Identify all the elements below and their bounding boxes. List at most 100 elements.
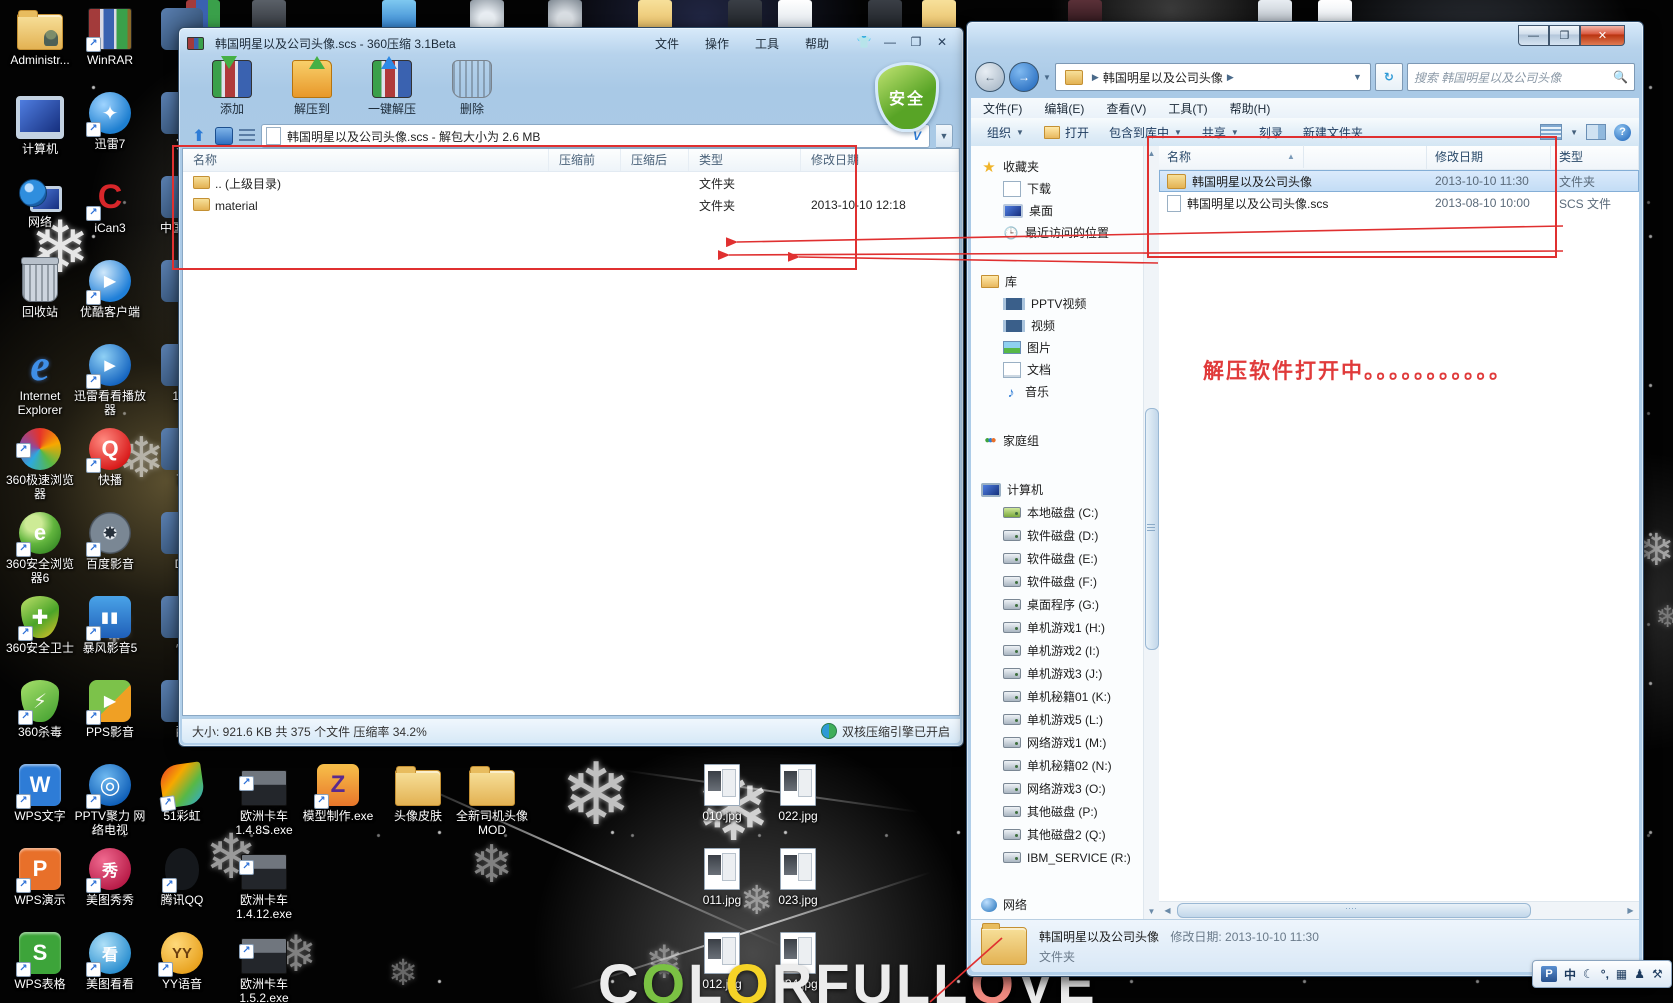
column-name[interactable]: 名称 (183, 149, 549, 171)
desktop-icon-PPTV聚力-网-络电视[interactable]: ◎ PPTV聚力 网 络电视 (74, 764, 146, 837)
desktop-icon-计算机[interactable]: 计算机 (4, 92, 76, 156)
desktop-icon-百度影音[interactable]: ✸ 百度影音 (74, 512, 146, 571)
sidebar-item-音乐[interactable]: ♪ 音乐 (971, 381, 1143, 402)
scroll-right-icon[interactable]: ▶ (1623, 903, 1638, 918)
help-icon[interactable]: ? (1614, 123, 1631, 141)
scroll-left-icon[interactable]: ◀ (1160, 903, 1175, 918)
open-button[interactable]: 打开 (1036, 121, 1097, 144)
nav-scrollbar-thumb[interactable] (1145, 408, 1159, 650)
include-in-library-button[interactable]: 包含到库中 ▼ (1101, 121, 1190, 144)
lang-chinese-icon[interactable]: 中 (1564, 966, 1576, 983)
sidebar-item-图片[interactable]: 图片 (971, 337, 1143, 358)
desktop-icon-暴风影音5[interactable]: ▮▮ 暴风影音5 (74, 596, 146, 655)
desktop-icon-模型制作-exe[interactable]: Z 模型制作.exe (302, 764, 374, 823)
desktop-icon-360杀毒[interactable]: ⚡ 360杀毒 (4, 680, 76, 739)
desktop-icon-iCan3[interactable]: CiCan3 (74, 176, 146, 235)
column-date[interactable]: 修改日期 (801, 149, 959, 171)
desktop-icon-YY语音[interactable]: YY YY语音 (146, 932, 218, 991)
desktop-icon-回收站[interactable]: 回收站 (4, 257, 76, 319)
desktop-icon-美图秀秀[interactable]: 秀美图秀秀 (74, 848, 146, 907)
explorer-minimize-button[interactable]: — (1518, 25, 1549, 46)
ime-menu-icon[interactable]: ♟ (1634, 967, 1645, 981)
soft-keyboard-icon[interactable]: ▦ (1616, 967, 1627, 981)
path-dropdown-button[interactable]: ▼ (936, 124, 953, 148)
breadcrumb-location[interactable]: 韩国明星以及公司头像 (1103, 69, 1223, 86)
desktop-icon-快播[interactable]: Q 快播 (74, 428, 146, 487)
sidebar-item-drive-本地磁盘 (C:)[interactable]: 本地磁盘 (C:) (971, 502, 1143, 523)
sidebar-item-drive-桌面程序 (G:)[interactable]: 桌面程序 (G:) (971, 594, 1143, 615)
sidebar-item-drive-单机游戏3 (J:)[interactable]: 单机游戏3 (J:) (971, 663, 1143, 684)
burn-button[interactable]: 刻录 (1251, 121, 1291, 144)
delete-button[interactable]: 删除 (439, 60, 505, 117)
desktop-icon-011-jpg[interactable]: 011.jpg (686, 848, 758, 907)
menu-help[interactable]: 帮助(H) (1230, 100, 1271, 117)
view-mode-icon[interactable] (215, 127, 233, 145)
archive-menu-action[interactable]: 操作 (705, 35, 729, 52)
desktop-icon-010-jpg[interactable]: 010.jpg (686, 764, 758, 823)
explorer-maximize-button[interactable]: ❐ (1549, 25, 1580, 46)
search-input[interactable]: 搜索 韩国明星以及公司头像 🔍 (1406, 63, 1635, 91)
scroll-down-icon[interactable]: ▼ (1144, 904, 1159, 919)
archive-menu-file[interactable]: 文件 (655, 35, 679, 52)
column-date[interactable]: 修改日期 (1427, 146, 1551, 169)
sidebar-item-drive-其他磁盘 (P:)[interactable]: 其他磁盘 (P:) (971, 801, 1143, 822)
tool-settings-icon[interactable]: ⚒ (1652, 967, 1663, 981)
desktop-icon-欧洲卡车-1-4-12-exe[interactable]: 欧洲卡车 1.4.12.exe (228, 848, 300, 921)
h-scrollbar-thumb[interactable] (1177, 903, 1531, 918)
explorer-close-button[interactable]: ✕ (1580, 25, 1625, 46)
sidebar-item-drive-IBM_SERVICE (R:)[interactable]: IBM_SERVICE (R:) (971, 847, 1143, 868)
desktop-icon-Administr-[interactable]: Administr... (4, 8, 76, 67)
desktop-icon-51彩虹[interactable]: 51彩虹 (146, 761, 218, 823)
sidebar-item-drive-单机游戏5 (L:)[interactable]: 单机游戏5 (L:) (971, 709, 1143, 730)
desktop-icon-PPS影音[interactable]: ▶ PPS影音 (74, 680, 146, 739)
archive-row[interactable]: material 文件夹 2013-10-10 12:18 (183, 194, 959, 216)
refresh-button[interactable]: ↻ (1374, 63, 1403, 91)
column-size-after[interactable]: 压缩后 (621, 149, 689, 171)
desktop-icon-腾讯QQ[interactable]: 腾讯QQ (146, 848, 218, 907)
file-list-header[interactable]: 名称 修改日期 类型 ▲ (1159, 145, 1639, 170)
desktop-icon-360安全浏览-器6[interactable]: e 360安全浏览 器6 (4, 512, 76, 585)
sidebar-item-drive-软件磁盘 (E:)[interactable]: 软件磁盘 (E:) (971, 548, 1143, 569)
search-icon[interactable]: 🔍 (1613, 70, 1628, 84)
sidebar-item-桌面[interactable]: 桌面 (971, 200, 1143, 221)
forward-button[interactable]: → (1009, 62, 1039, 92)
ime-full-half-icon[interactable]: ☾ (1583, 967, 1594, 981)
desktop-icon-WPS文字[interactable]: W WPS文字 (4, 764, 76, 823)
column-type[interactable]: 类型 (689, 149, 801, 171)
archive-menu-help[interactable]: 帮助 (805, 35, 829, 52)
share-button[interactable]: 共享 ▼ (1194, 121, 1247, 144)
desktop-icon-欧洲卡车-1-4-8S-exe[interactable]: 欧洲卡车 1.4.8S.exe (228, 764, 300, 837)
file-row[interactable]: 韩国明星以及公司头像 2013-10-10 11:30 文件夹 (1159, 170, 1639, 192)
organize-button[interactable]: 组织 ▼ (979, 121, 1032, 144)
sidebar-item-drive-软件磁盘 (F:)[interactable]: 软件磁盘 (F:) (971, 571, 1143, 592)
desktop-icon-360极速浏览-器[interactable]: 360极速浏览 器 (4, 428, 76, 501)
desktop-icon-WPS演示[interactable]: P WPS演示 (4, 848, 76, 907)
up-level-icon[interactable]: ⬆ (189, 126, 209, 146)
desktop-icon-欧洲卡车-1-5-2-exe[interactable]: 欧洲卡车 1.5.2.exe (228, 932, 300, 1003)
sidebar-item-最近访问的位置[interactable]: 🕒 最近访问的位置 (971, 222, 1143, 243)
menu-tools[interactable]: 工具(T) (1168, 100, 1207, 117)
menu-edit[interactable]: 编辑(E) (1044, 100, 1084, 117)
sidebar-item-drive-其他磁盘2 (Q:)[interactable]: 其他磁盘2 (Q:) (971, 824, 1143, 845)
input-indicator-icon[interactable]: P (1541, 966, 1557, 982)
menu-file[interactable]: 文件(F) (983, 100, 1022, 117)
views-dropdown[interactable]: ▼ (1570, 128, 1578, 137)
list-view-icon[interactable] (239, 129, 255, 143)
desktop-icon-美图看看[interactable]: 看美图看看 (74, 932, 146, 991)
desktop-icon-优酷客户端[interactable]: ▶ 优酷客户端 (74, 260, 146, 319)
file-row[interactable]: 韩国明星以及公司头像.scs 2013-08-10 10:00 SCS 文件 (1159, 192, 1639, 214)
sidebar-item-drive-网络游戏1 (M:)[interactable]: 网络游戏1 (M:) (971, 732, 1143, 753)
sidebar-item-favorites[interactable]: ★ 收藏夹 (971, 156, 1143, 177)
punctuation-icon[interactable]: °, (1601, 967, 1609, 981)
desktop-icon-迅雷看看播放-器[interactable]: ▶ 迅雷看看播放 器 (74, 344, 146, 417)
archive-path-combobox[interactable]: 韩国明星以及公司头像.scs - 解包大小为 2.6 MB V (261, 124, 930, 148)
desktop-icon-WPS表格[interactable]: S WPS表格 (4, 932, 76, 991)
sidebar-item-drive-单机游戏2 (I:)[interactable]: 单机游戏2 (I:) (971, 640, 1143, 661)
nav-history-dropdown[interactable]: ▼ (1043, 73, 1051, 82)
desktop-icon-全新司机头像-MOD[interactable]: 全新司机头像 MOD (456, 764, 528, 837)
archive-list-header[interactable]: 名称 压缩前 压缩后 类型 修改日期 (183, 149, 959, 172)
sidebar-item-下载[interactable]: 下载 (971, 178, 1143, 199)
archive-close-button[interactable]: ✕ (929, 35, 955, 51)
sidebar-item-drive-单机秘籍01 (K:)[interactable]: 单机秘籍01 (K:) (971, 686, 1143, 707)
desktop-icon-022-jpg[interactable]: 022.jpg (762, 764, 834, 823)
